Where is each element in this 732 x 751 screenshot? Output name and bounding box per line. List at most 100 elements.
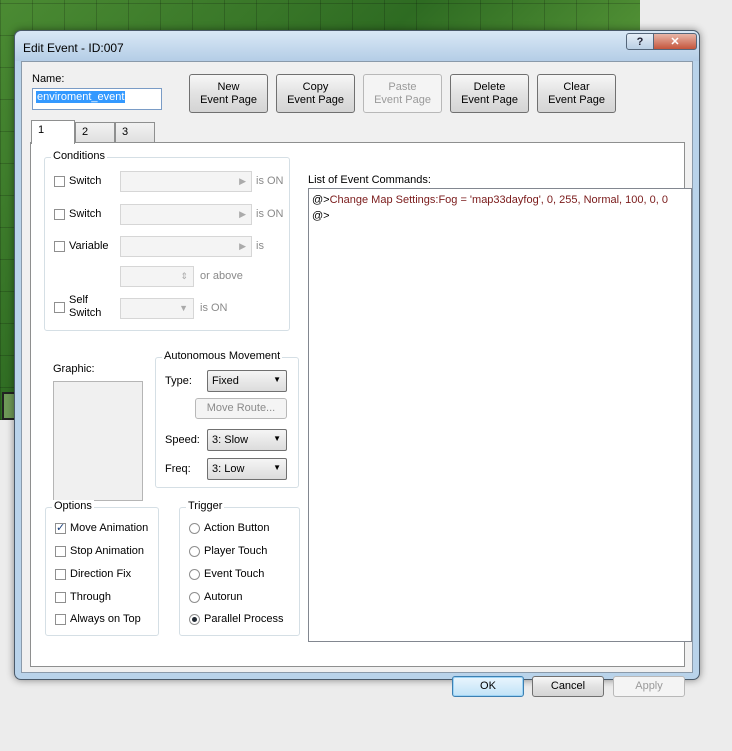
self-switch-selector[interactable]: ▼ bbox=[120, 298, 194, 319]
list-item[interactable]: @>Change Map Settings:Fog = 'map33dayfog… bbox=[312, 192, 688, 208]
button-label-line1: Delete bbox=[473, 81, 506, 93]
self-switch-label: Self Switch bbox=[69, 294, 101, 320]
or-above-label: or above bbox=[200, 270, 243, 282]
button-label-line1: Copy bbox=[302, 81, 329, 93]
autorun-label: Autorun bbox=[204, 591, 243, 603]
copy-event-page-button[interactable]: Copy Event Page bbox=[276, 74, 355, 113]
direction-fix-checkbox[interactable] bbox=[55, 569, 66, 580]
conditions-title: Conditions bbox=[51, 150, 107, 162]
freq-label: Freq: bbox=[165, 463, 191, 475]
self-switch-label-line1: Self bbox=[69, 294, 88, 306]
switch2-checkbox[interactable] bbox=[54, 209, 65, 220]
clear-event-page-button[interactable]: Clear Event Page bbox=[537, 74, 616, 113]
through-checkbox[interactable] bbox=[55, 592, 66, 603]
chevron-right-icon: ▶ bbox=[239, 241, 246, 251]
player-touch-label: Player Touch bbox=[204, 545, 268, 557]
title-bar[interactable]: Edit Event - ID:007 ? ✕ bbox=[15, 31, 699, 61]
switch2-selector[interactable]: ▶ bbox=[120, 204, 252, 225]
event-touch-label: Event Touch bbox=[204, 568, 265, 580]
chevron-right-icon: ▶ bbox=[239, 209, 246, 219]
tab-page-2[interactable]: 2 bbox=[75, 122, 115, 142]
freq-dropdown-value: 3: Low bbox=[212, 463, 245, 475]
action-button-radio[interactable] bbox=[189, 523, 200, 534]
graphic-preview[interactable] bbox=[53, 381, 143, 501]
variable-suffix: is bbox=[256, 240, 264, 252]
button-label-line2: Event Page bbox=[200, 94, 257, 106]
trigger-title: Trigger bbox=[186, 500, 225, 512]
dialog-body: Name: enviroment_event New Event Page Co… bbox=[21, 61, 693, 697]
graphic-label: Graphic: bbox=[53, 363, 95, 375]
button-label-line1: New bbox=[217, 81, 240, 93]
cancel-button[interactable]: Cancel bbox=[532, 676, 604, 697]
edit-event-dialog: Edit Event - ID:007 ? ✕ Name: enviroment… bbox=[14, 30, 700, 697]
move-animation-checkbox[interactable]: ✓ bbox=[55, 523, 66, 534]
variable-label: Variable bbox=[69, 240, 109, 252]
speed-dropdown-value: 3: Slow bbox=[212, 434, 249, 446]
new-event-page-button[interactable]: New Event Page bbox=[189, 74, 268, 113]
player-touch-radio[interactable] bbox=[189, 546, 200, 557]
name-field[interactable]: enviroment_event bbox=[32, 88, 162, 110]
button-label-line1: Clear bbox=[563, 81, 590, 93]
name-label: Name: bbox=[32, 73, 65, 85]
window-title: Edit Event - ID:007 bbox=[23, 41, 124, 55]
direction-fix-label: Direction Fix bbox=[70, 568, 132, 580]
self-switch-suffix: is ON bbox=[200, 302, 228, 314]
event-touch-radio[interactable] bbox=[189, 569, 200, 580]
apply-button[interactable]: Apply bbox=[613, 676, 685, 697]
tab-page-1[interactable]: 1 bbox=[31, 120, 75, 144]
tab-page-3[interactable]: 3 bbox=[115, 122, 155, 142]
stop-animation-label: Stop Animation bbox=[70, 545, 144, 557]
switch1-checkbox[interactable] bbox=[54, 176, 65, 187]
conditions-group: Conditions Switch ▶ is ON Switch ▶ is ON… bbox=[44, 150, 290, 331]
close-button[interactable]: ✕ bbox=[653, 33, 697, 50]
switch1-label: Switch bbox=[69, 175, 102, 187]
autonomous-movement-title: Autonomous Movement bbox=[162, 350, 283, 362]
autorun-radio[interactable] bbox=[189, 592, 200, 603]
stop-animation-checkbox[interactable] bbox=[55, 546, 66, 557]
ok-button[interactable]: OK bbox=[452, 676, 524, 697]
switch2-label: Switch bbox=[69, 208, 102, 220]
speed-label: Speed: bbox=[165, 434, 200, 446]
variable-selector[interactable]: ▶ bbox=[120, 236, 252, 257]
move-animation-label: Move Animation bbox=[70, 522, 149, 534]
freq-dropdown[interactable]: 3: Low ▼ bbox=[207, 458, 287, 480]
chevron-down-icon: ▼ bbox=[273, 463, 281, 472]
self-switch-label-line2: Switch bbox=[69, 307, 102, 319]
parallel-process-label: Parallel Process bbox=[204, 613, 284, 625]
switch2-suffix: is ON bbox=[256, 208, 284, 220]
always-on-top-checkbox[interactable] bbox=[55, 614, 66, 625]
variable-checkbox[interactable] bbox=[54, 241, 65, 252]
trigger-group: Trigger Action Button Player Touch Event… bbox=[179, 500, 300, 636]
chevron-down-icon: ▼ bbox=[273, 375, 281, 384]
chevron-down-icon: ▼ bbox=[273, 434, 281, 443]
event-commands-list[interactable]: @>Change Map Settings:Fog = 'map33dayfog… bbox=[308, 188, 692, 642]
command-prefix: @> bbox=[312, 194, 330, 206]
name-field-value: enviroment_event bbox=[36, 91, 126, 103]
speed-dropdown[interactable]: 3: Slow ▼ bbox=[207, 429, 287, 451]
parallel-process-radio[interactable] bbox=[189, 614, 200, 625]
event-page-panel: Conditions Switch ▶ is ON Switch ▶ is ON… bbox=[30, 142, 692, 667]
type-dropdown[interactable]: Fixed ▼ bbox=[207, 370, 287, 392]
help-button[interactable]: ? bbox=[626, 33, 654, 50]
button-label-line2: Event Page bbox=[548, 94, 605, 106]
chevron-down-icon: ▼ bbox=[179, 303, 188, 313]
action-button-label: Action Button bbox=[204, 522, 270, 534]
paste-event-page-button[interactable]: Paste Event Page bbox=[363, 74, 442, 113]
spinner-arrows-icon: ⇕ bbox=[180, 271, 188, 281]
always-on-top-label: Always on Top bbox=[70, 613, 141, 625]
self-switch-checkbox[interactable] bbox=[54, 302, 65, 313]
delete-event-page-button[interactable]: Delete Event Page bbox=[450, 74, 529, 113]
switch1-suffix: is ON bbox=[256, 175, 284, 187]
chevron-right-icon: ▶ bbox=[239, 176, 246, 186]
list-item[interactable]: @> bbox=[312, 208, 688, 224]
command-text: Change Map Settings:Fog = 'map33dayfog',… bbox=[329, 194, 668, 206]
button-label-line1: Paste bbox=[388, 81, 417, 93]
switch1-selector[interactable]: ▶ bbox=[120, 171, 252, 192]
button-label-line2: Event Page bbox=[287, 94, 344, 106]
autonomous-movement-group: Autonomous Movement Type: Fixed ▼ Move Ro… bbox=[155, 350, 299, 488]
options-group: Options ✓ Move Animation Stop Animation … bbox=[45, 500, 159, 636]
move-route-button[interactable]: Move Route... bbox=[195, 398, 287, 419]
event-commands-label: List of Event Commands: bbox=[308, 174, 431, 186]
button-label-line2: Event Page bbox=[374, 94, 431, 106]
variable-value-spinner[interactable]: ⇕ bbox=[120, 266, 194, 287]
